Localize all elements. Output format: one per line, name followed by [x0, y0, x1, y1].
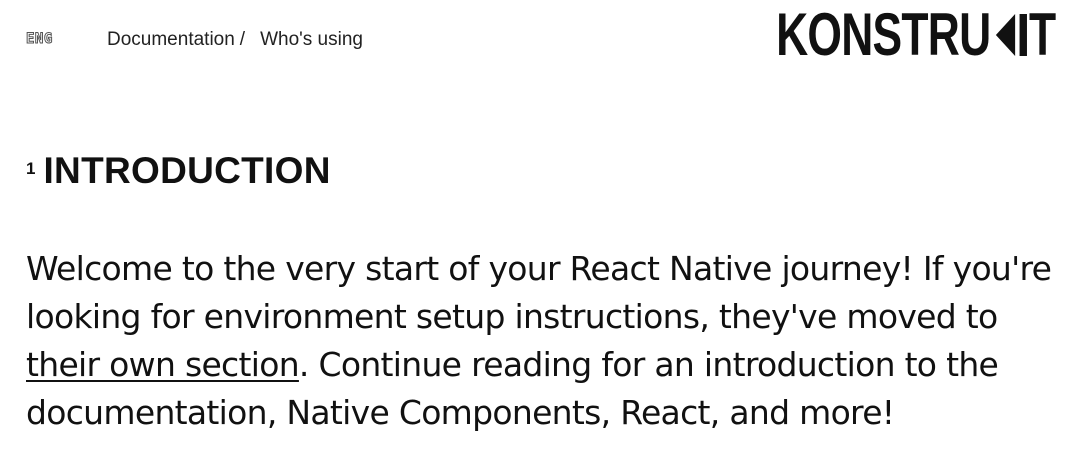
logo-text-start: KONSTRU	[775, 1, 991, 68]
intro-text-before-link: Welcome to the very start of your React …	[26, 249, 1052, 336]
logo-text-end: T	[1028, 1, 1056, 68]
intro-paragraph: Welcome to the very start of your React …	[26, 245, 1056, 437]
breadcrumb-documentation-link[interactable]: Documentation	[107, 29, 235, 51]
breadcrumb-whos-using-link[interactable]: Who's using	[260, 29, 363, 51]
section-heading: 1 INTRODUCTION	[26, 150, 331, 192]
language-switcher[interactable]: ENG	[26, 31, 53, 48]
section-number: 1	[26, 159, 36, 178]
arrow-k-logo-icon	[992, 12, 1028, 58]
konstrukt-logo[interactable]: KONSTRU T	[775, 1, 1056, 68]
breadcrumb: Documentation / Who's using	[107, 29, 363, 51]
environment-setup-link[interactable]: their own section	[26, 345, 300, 384]
page-title: INTRODUCTION	[43, 150, 331, 191]
breadcrumb-separator: /	[239, 29, 246, 50]
